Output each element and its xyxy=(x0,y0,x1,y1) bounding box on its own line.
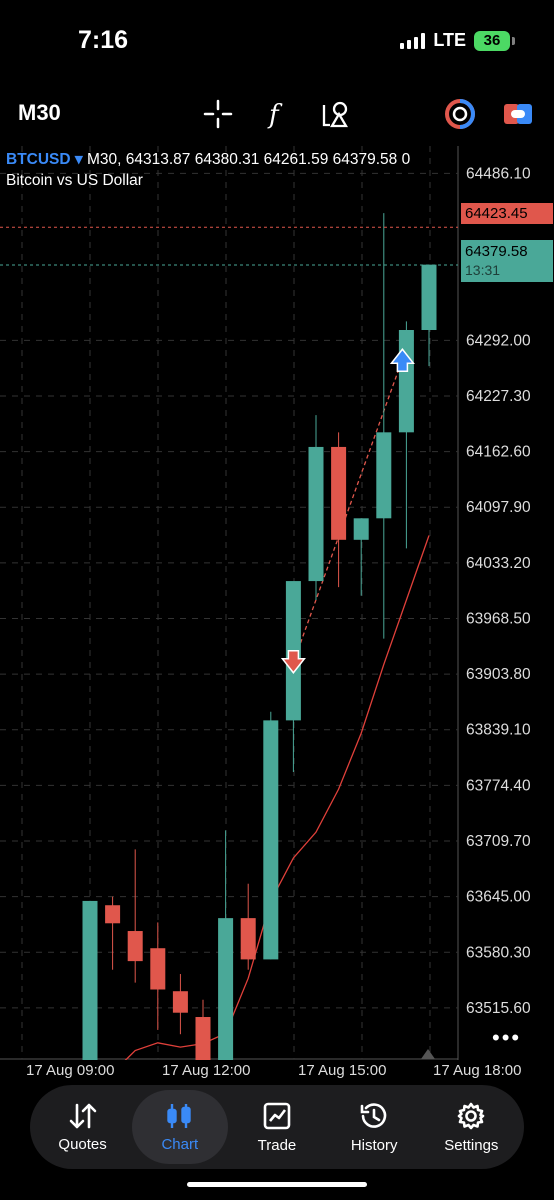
timeframe-button[interactable]: M30 xyxy=(18,100,61,126)
candle xyxy=(218,830,234,1060)
candle xyxy=(331,432,347,588)
status-time: 7:16 xyxy=(78,26,129,54)
nav-settings[interactable]: Settings xyxy=(423,1090,519,1164)
candle xyxy=(150,922,166,1030)
price-axis-label: 63839.10 xyxy=(466,722,531,739)
battery-level: 36 xyxy=(483,32,501,49)
price-levels xyxy=(0,226,458,266)
indicators-icon[interactable]: f xyxy=(256,92,296,136)
price-axis-label: 63645.00 xyxy=(466,889,531,906)
trade-chart-icon xyxy=(263,1102,291,1129)
nav-history[interactable]: History xyxy=(326,1090,422,1164)
candle-body xyxy=(82,900,98,1060)
nav-label: History xyxy=(350,1136,398,1154)
nav-label: Settings xyxy=(444,1136,499,1154)
symbol-name[interactable]: BTCUSD xyxy=(6,151,71,168)
candle-body xyxy=(263,720,279,960)
candle xyxy=(172,974,188,1035)
status-indicators: LTE 36 xyxy=(400,30,515,51)
sell-arrow-icon xyxy=(280,650,306,674)
candle-body xyxy=(421,264,437,331)
price-axis-label: 64486.10 xyxy=(466,165,531,182)
candle xyxy=(105,896,121,970)
candle-body xyxy=(240,918,256,960)
one-click-trading-icon[interactable] xyxy=(498,92,538,136)
price-chart[interactable]: 64486.10 64292.00 64227.30 64162.60 64097.90… xyxy=(0,146,554,1060)
price-axis: 64486.10 64292.00 64227.30 64162.60 64097.90… xyxy=(466,165,531,1016)
price-axis-label: 64292.00 xyxy=(466,332,531,349)
symbol-info: BTCUSD ▾ M30, 64313.87 64380.31 64261.59… xyxy=(6,150,410,169)
history-clock-icon xyxy=(360,1102,387,1128)
candle xyxy=(285,581,301,772)
candle xyxy=(82,900,98,1060)
ohlc-values: M30, 64313.87 64380.31 64261.59 64379.58… xyxy=(87,151,411,168)
candle-body xyxy=(105,905,121,924)
price-axis-label: 63968.50 xyxy=(466,610,531,627)
battery-icon: 36 xyxy=(474,30,515,51)
symbol-dropdown-icon[interactable]: ▾ xyxy=(75,151,83,168)
ask-price-tag: 64423.45 xyxy=(461,203,553,224)
candle-body xyxy=(218,918,234,1060)
candle xyxy=(127,849,143,983)
candle xyxy=(308,415,324,600)
bottom-navigation: Quotes Chart Trade History Settings xyxy=(30,1085,524,1169)
nav-quotes[interactable]: Quotes xyxy=(35,1090,131,1164)
price-axis-label: 63580.30 xyxy=(466,944,531,961)
more-options-icon[interactable]: ••• xyxy=(492,1025,521,1051)
candle-body xyxy=(376,432,392,519)
price-axis-label: 64097.90 xyxy=(466,499,531,516)
svg-text:f: f xyxy=(267,100,283,129)
candle xyxy=(195,999,211,1060)
objects-icon[interactable] xyxy=(316,92,356,136)
time-axis: 17 Aug 09:00 17 Aug 12:00 17 Aug 15:00 1… xyxy=(0,1062,554,1084)
network-type: LTE xyxy=(433,30,466,50)
chart-candles-icon xyxy=(167,1103,191,1128)
price-axis-label: 63774.40 xyxy=(466,777,531,794)
time-label: 17 Aug 15:00 xyxy=(298,1062,387,1079)
candle-body xyxy=(150,948,166,990)
time-label: 17 Aug 12:00 xyxy=(162,1062,251,1079)
candle-body xyxy=(172,991,188,1013)
candle xyxy=(263,711,279,960)
price-axis-label: 63709.70 xyxy=(466,833,531,850)
quotes-arrows-icon xyxy=(69,1103,96,1128)
candle-body xyxy=(353,518,369,540)
price-axis-label: 64227.30 xyxy=(466,388,531,405)
chart-shift-icon xyxy=(421,1049,435,1059)
candle xyxy=(421,264,437,367)
candle-body xyxy=(331,446,347,540)
moving-average-path xyxy=(124,535,430,1060)
candle-body xyxy=(127,931,143,962)
bid-price: 64379.58 xyxy=(465,243,528,260)
nav-label: Trade xyxy=(257,1136,297,1154)
nav-trade[interactable]: Trade xyxy=(229,1090,325,1164)
candle-body xyxy=(398,330,414,433)
nav-label: Chart xyxy=(161,1135,199,1153)
trade-toggle-icon[interactable] xyxy=(440,92,480,136)
moving-average-line xyxy=(124,535,430,1060)
crosshair-icon[interactable] xyxy=(198,92,238,136)
candle-body xyxy=(195,1017,211,1060)
price-axis-label: 63903.80 xyxy=(466,666,531,683)
chart-toolbar: M30 f xyxy=(0,92,554,136)
candle xyxy=(353,518,369,596)
price-axis-label: 64162.60 xyxy=(466,444,531,461)
time-label: 17 Aug 18:00 xyxy=(433,1062,522,1079)
signal-icon xyxy=(400,32,426,49)
candle-body xyxy=(308,446,324,582)
price-axis-label: 64033.20 xyxy=(466,555,531,572)
candle xyxy=(376,213,392,639)
settings-gear-icon xyxy=(458,1102,485,1129)
bar-countdown: 13:31 xyxy=(465,262,501,278)
symbol-description: Bitcoin vs US Dollar xyxy=(6,172,143,189)
nav-chart[interactable]: Chart xyxy=(131,1090,228,1164)
bid-price-tag: 64379.58 13:31 xyxy=(461,240,553,282)
nav-label: Quotes xyxy=(58,1135,107,1153)
home-indicator xyxy=(187,1182,367,1187)
time-label: 17 Aug 09:00 xyxy=(26,1062,115,1079)
price-axis-label: 63515.60 xyxy=(466,1000,531,1017)
